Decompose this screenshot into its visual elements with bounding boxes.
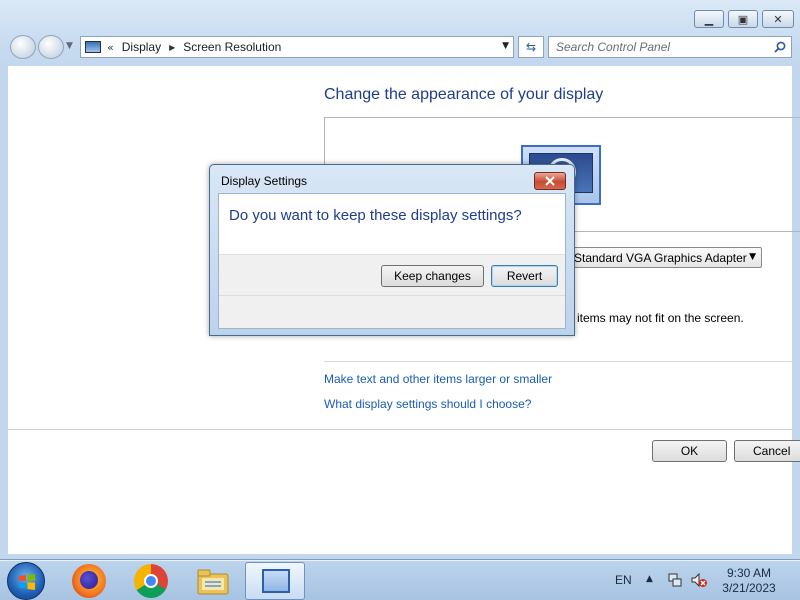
divider (324, 361, 792, 362)
keep-changes-button[interactable]: Keep changes (381, 265, 484, 287)
page-title: Change the appearance of your display (324, 86, 604, 103)
search-input[interactable] (549, 37, 759, 57)
dialog-title: Display Settings (221, 174, 308, 188)
control-panel-icon (262, 569, 290, 593)
close-icon: ✕ (773, 12, 783, 26)
display-settings-dialog: Display Settings Do you want to keep the… (209, 164, 575, 336)
firefox-icon[interactable] (72, 564, 106, 598)
address-bar[interactable]: « Display ▶ Screen Resolution ▼ (80, 36, 514, 58)
chrome-icon[interactable] (134, 564, 168, 598)
show-hidden-icons-icon[interactable]: ▲ (646, 574, 653, 584)
divider (8, 429, 792, 430)
cancel-button[interactable]: Cancel (734, 440, 800, 462)
display-settings-help-link[interactable]: What display settings should I choose? (324, 397, 531, 411)
firefox-globe (80, 571, 98, 589)
start-button[interactable] (7, 562, 45, 600)
resolution-warning-text: items may not fit on the screen. (577, 311, 744, 325)
system-clock[interactable]: 9:30 AM 3/21/2023 (712, 566, 786, 596)
dialog-question: Do you want to keep these display settin… (229, 207, 522, 224)
clock-date: 3/21/2023 (722, 581, 776, 595)
dialog-close-button[interactable] (534, 172, 566, 190)
control-panel-taskbar-button[interactable] (245, 562, 305, 600)
dialog-divider (219, 295, 565, 296)
close-icon (545, 176, 555, 186)
search-box[interactable] (548, 36, 792, 58)
minimize-button[interactable]: ▁ (694, 10, 724, 28)
display-icon (85, 41, 101, 53)
forward-button[interactable] (38, 35, 64, 59)
network-icon[interactable] (667, 572, 683, 588)
breadcrumb-screen-resolution[interactable]: Screen Resolution (183, 40, 281, 54)
overflow-chevron[interactable]: « (107, 41, 114, 54)
text-size-link[interactable]: Make text and other items larger or smal… (324, 372, 552, 386)
window-caption-buttons: ▁ ▣ ✕ (694, 10, 794, 28)
restore-icon: ▣ (737, 12, 749, 26)
windows-logo-icon (19, 574, 35, 590)
language-indicator[interactable]: EN (615, 573, 632, 587)
dialog-body: Do you want to keep these display settin… (218, 193, 566, 329)
dropdown-arrow-icon: ▼ (749, 252, 756, 262)
address-dropdown-icon[interactable]: ▼ (502, 41, 509, 51)
breadcrumb-arrow-icon[interactable]: ▶ (169, 43, 175, 52)
display-dropdown-value: Standard VGA Graphics Adapter (574, 250, 747, 265)
windows-explorer-icon[interactable] (196, 566, 230, 596)
navigation-bar: ▼ « Display ▶ Screen Resolution ▼ ⇆ (8, 34, 792, 60)
search-icon[interactable] (774, 41, 786, 53)
refresh-icon: ⇆ (525, 40, 537, 54)
refresh-button[interactable]: ⇆ (518, 36, 544, 58)
display-dropdown[interactable]: Standard VGA Graphics Adapter ▼ (567, 247, 762, 268)
window-close-button[interactable]: ✕ (762, 10, 794, 28)
chrome-center (144, 574, 158, 588)
back-button[interactable] (10, 35, 36, 59)
taskbar: EN ▲ 9:30 AM 3/21/2023 (0, 560, 800, 600)
ok-button[interactable]: OK (652, 440, 727, 462)
clock-time: 9:30 AM (726, 566, 772, 580)
minimize-icon: ▁ (704, 12, 714, 26)
dialog-button-area: Keep changes Revert (219, 254, 565, 328)
breadcrumb-display[interactable]: Display (122, 40, 161, 54)
revert-button[interactable]: Revert (491, 265, 558, 287)
volume-muted-icon[interactable] (690, 572, 708, 588)
recent-pages-chevron-icon[interactable]: ▼ (66, 41, 73, 51)
maximize-button[interactable]: ▣ (728, 10, 758, 28)
